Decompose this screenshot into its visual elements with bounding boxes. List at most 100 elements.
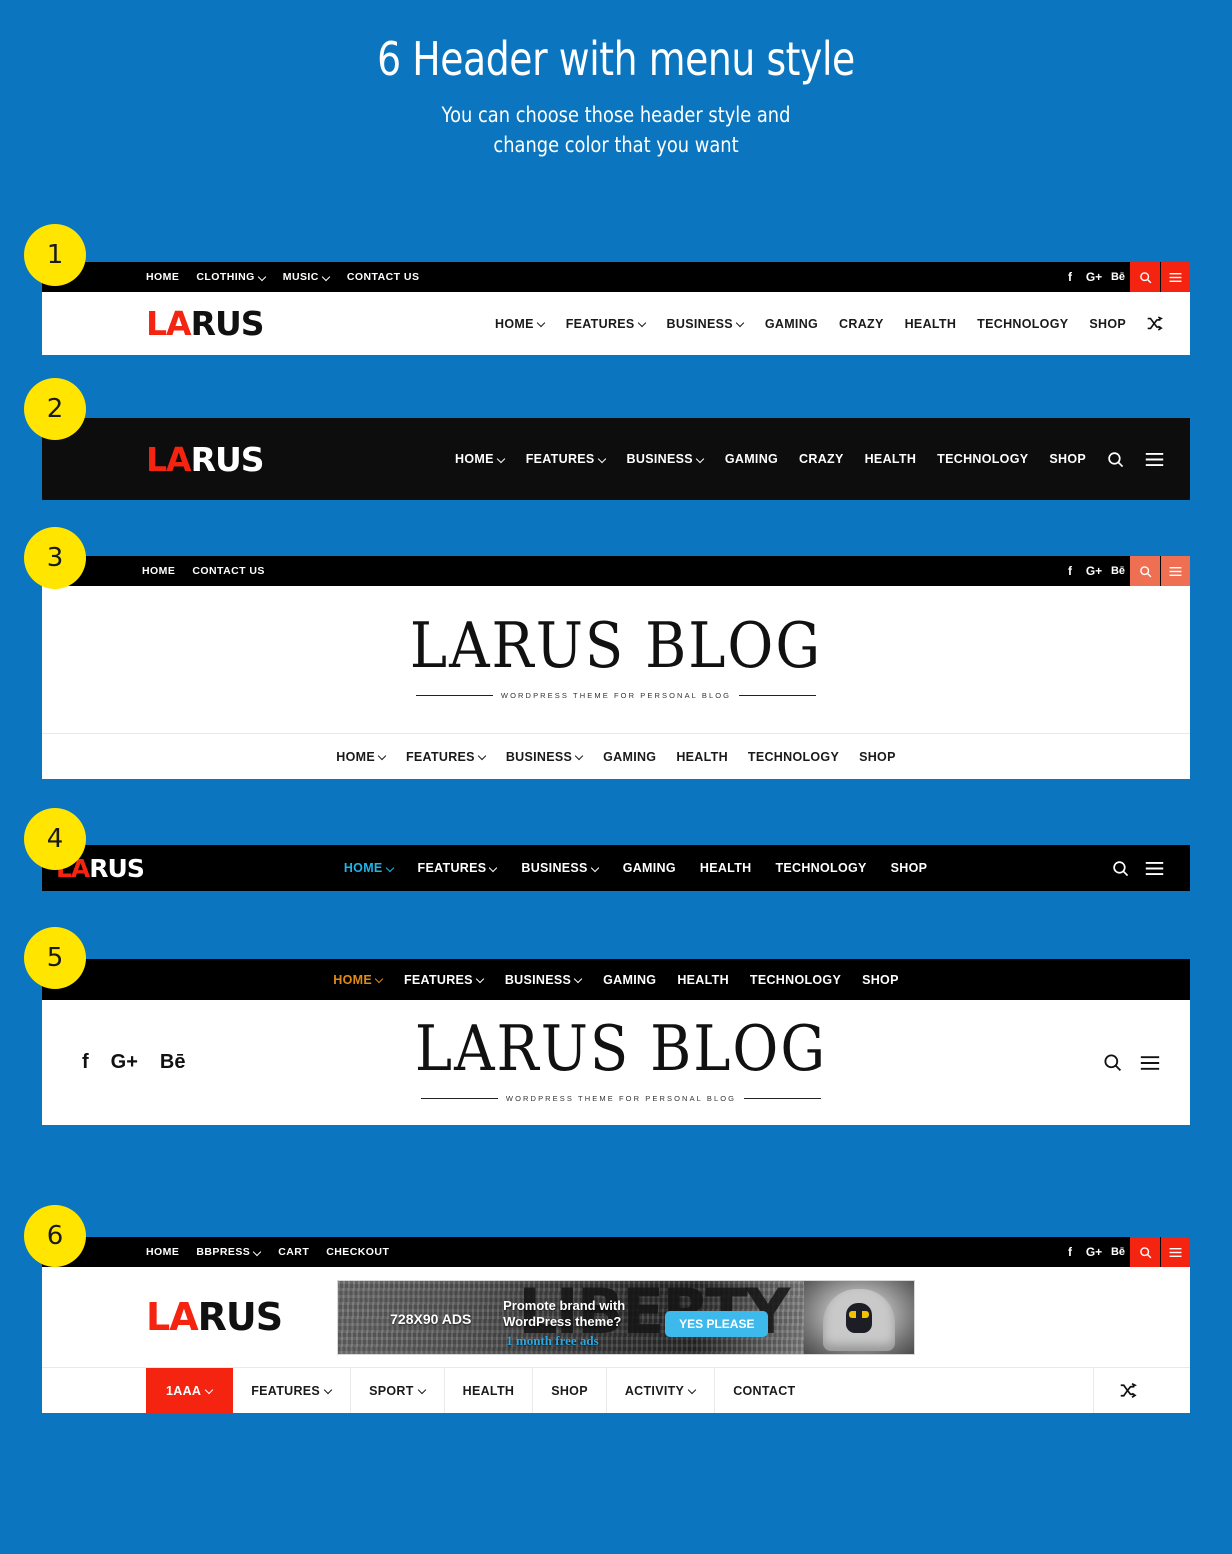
nav-item-home[interactable]: HOME (344, 861, 394, 875)
larus-logo-2[interactable]: LARUS (146, 440, 265, 479)
top-link-bbpress[interactable]: BBPRESS (196, 1246, 261, 1258)
behance-icon[interactable]: Bē (1106, 271, 1130, 283)
nav-item-features[interactable]: FEATURES (406, 750, 486, 764)
nav-item-crazy[interactable]: CRAZY (799, 452, 844, 466)
facebook-icon[interactable]: f (1058, 1245, 1082, 1259)
behance-icon[interactable]: Bē (1106, 1246, 1130, 1258)
nav-item-health[interactable]: HEALTH (865, 452, 917, 466)
menu-button-5[interactable] (1140, 1055, 1160, 1071)
nav-item-gaming[interactable]: GAMING (725, 452, 778, 466)
nav-item-business[interactable]: BUSINESS (505, 973, 582, 987)
nav-item-home[interactable]: HOME (455, 452, 505, 466)
nav-item-business[interactable]: BUSINESS (667, 317, 744, 331)
nav-item-home[interactable]: HOME (336, 750, 386, 764)
page-subtitle-line2: change color that you want (493, 133, 739, 157)
nav-item-health[interactable]: HEALTH (905, 317, 957, 331)
nav-label: GAMING (764, 316, 819, 331)
top-link-contact-us[interactable]: CONTACT US (192, 565, 265, 577)
nav-item-shop[interactable]: SHOP (859, 750, 896, 764)
nav-item-gaming[interactable]: GAMING (603, 973, 656, 987)
top-link-cart[interactable]: CART (278, 1246, 309, 1258)
chevron-down-icon (490, 865, 497, 872)
nav-item-health[interactable]: HEALTH (445, 1368, 534, 1413)
nav-item-shop[interactable]: SHOP (533, 1368, 607, 1413)
search-button-4[interactable] (1112, 860, 1129, 877)
nav-item-activity[interactable]: ACTIVITY (607, 1368, 716, 1413)
nav-item-gaming[interactable]: GAMING (603, 750, 656, 764)
nav-item-shop[interactable]: SHOP (862, 973, 899, 987)
behance-icon[interactable]: Bē (160, 1051, 186, 1074)
larus-logo-6[interactable]: LARUS (146, 1295, 283, 1339)
nav-item-features[interactable]: FEATURES (526, 452, 606, 466)
menu-button[interactable] (1160, 262, 1190, 292)
top-link-music[interactable]: MUSIC (283, 271, 330, 283)
top-link-checkout[interactable]: CHECKOUT (326, 1246, 389, 1258)
nav-item-technology[interactable]: TECHNOLOGY (977, 317, 1068, 331)
menu-button-4[interactable] (1145, 861, 1164, 876)
search-button[interactable] (1130, 262, 1160, 292)
facebook-icon[interactable]: f (82, 1051, 89, 1074)
top-link-home[interactable]: HOME (142, 565, 175, 577)
nav-item-health[interactable]: HEALTH (677, 973, 729, 987)
nav-item-features[interactable]: FEATURES (566, 317, 646, 331)
search-button[interactable] (1130, 1237, 1160, 1267)
nav-item-features[interactable]: FEATURES (404, 973, 484, 987)
search-button[interactable] (1130, 556, 1160, 586)
googleplus-icon[interactable]: G+ (1082, 270, 1106, 284)
nav-label: TECHNOLOGY (775, 861, 867, 875)
nav-item-technology[interactable]: TECHNOLOGY (775, 861, 866, 875)
top-link-home[interactable]: HOME (146, 271, 179, 283)
nav-item-health[interactable]: HEALTH (676, 750, 728, 764)
nav-item-features[interactable]: FEATURES (233, 1368, 352, 1413)
nav-item-gaming[interactable]: GAMING (765, 317, 818, 331)
nav-item-home[interactable]: HOME (495, 317, 545, 331)
nav-item-contact[interactable]: CONTACT (715, 1368, 1094, 1413)
nav-item-shop[interactable]: SHOP (1089, 317, 1126, 331)
nav-item-features[interactable]: FEATURES (418, 861, 498, 875)
nav-item-technology[interactable]: TECHNOLOGY (750, 973, 841, 987)
facebook-icon[interactable]: f (1058, 564, 1082, 578)
shuffle-button-6[interactable] (1094, 1368, 1164, 1413)
ad-banner[interactable]: LIBERTY 728X90 ADS Promote brand with Wo… (337, 1279, 916, 1355)
larus-logo-1[interactable]: LARUS (146, 304, 265, 343)
logo-part-2: RUS (89, 853, 145, 883)
nav-item-technology[interactable]: TECHNOLOGY (937, 452, 1028, 466)
larus-blog-logo[interactable]: LARUS BLOG (410, 615, 822, 679)
nav-label: ACTIVITY (624, 1383, 685, 1398)
behance-icon[interactable]: Bē (1106, 565, 1130, 577)
search-button-5[interactable] (1103, 1053, 1122, 1072)
nav-item-shop[interactable]: SHOP (891, 861, 928, 875)
nav-item-shop[interactable]: SHOP (1049, 452, 1086, 466)
top-bar-actions-3: f G+ Bē (1058, 556, 1190, 586)
top-link-contact-us[interactable]: CONTACT US (347, 271, 420, 283)
nav-label: SHOP (890, 861, 928, 875)
menu-button-2[interactable] (1145, 452, 1164, 467)
nav-item-health[interactable]: HEALTH (700, 861, 752, 875)
nav-item-technology[interactable]: TECHNOLOGY (748, 750, 839, 764)
chevron-down-icon (376, 976, 383, 983)
googleplus-icon[interactable]: G+ (1082, 1245, 1106, 1259)
nav-item-business[interactable]: BUSINESS (506, 750, 583, 764)
chevron-down-icon (576, 753, 583, 760)
larus-blog-logo[interactable]: LARUS BLOG (415, 1018, 827, 1082)
ad-cta-button[interactable]: YES PLEASE (665, 1310, 769, 1337)
nav-item-crazy[interactable]: CRAZY (839, 317, 884, 331)
facebook-icon[interactable]: f (1058, 270, 1082, 284)
top-link-clothing[interactable]: CLOTHING (196, 271, 265, 283)
nav-item-home[interactable]: HOME (333, 973, 383, 987)
nav-item-sport[interactable]: SPORT (351, 1368, 445, 1413)
nav-item-business[interactable]: BUSINESS (627, 452, 704, 466)
menu-button[interactable] (1160, 1237, 1190, 1267)
nav-label: GAMING (603, 749, 657, 764)
nav-item-business[interactable]: BUSINESS (521, 861, 598, 875)
googleplus-icon[interactable]: G+ (1082, 564, 1106, 578)
menu-button[interactable] (1160, 556, 1190, 586)
googleplus-icon[interactable]: G+ (111, 1051, 138, 1074)
search-button-2[interactable] (1107, 451, 1124, 468)
top-link-home[interactable]: HOME (146, 1246, 179, 1258)
nav-label: GAMING (603, 972, 657, 987)
nav-item-gaming[interactable]: GAMING (623, 861, 676, 875)
shuffle-button-1[interactable] (1147, 316, 1164, 331)
hamburger-icon (1145, 452, 1164, 466)
nav-item-1aaa[interactable]: 1AAA (146, 1368, 234, 1413)
